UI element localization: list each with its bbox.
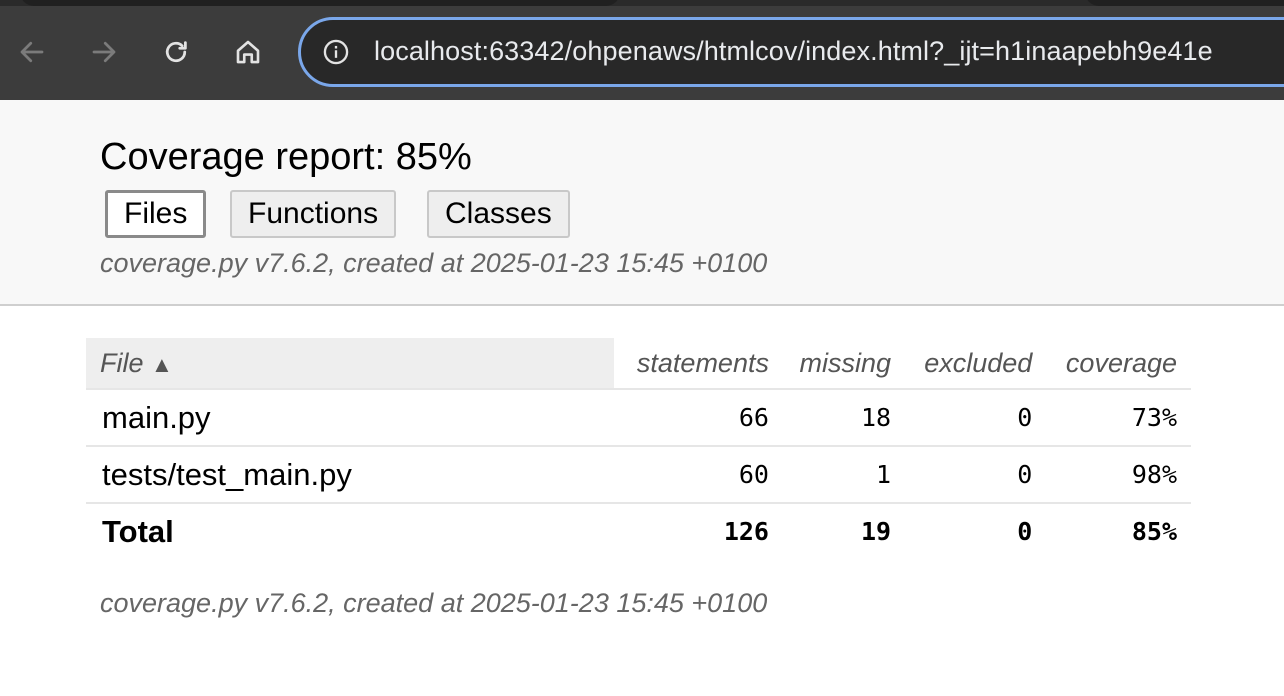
browser-tab[interactable]	[1085, 0, 1284, 6]
forward-button[interactable]	[82, 30, 126, 74]
page-title: Coverage report: 85%	[100, 136, 472, 178]
file-column-label: File	[100, 347, 144, 378]
back-button[interactable]	[10, 30, 54, 74]
header-meta: coverage.py v7.6.2, created at 2025-01-2…	[100, 248, 768, 278]
functions-button[interactable]: Functions	[230, 190, 397, 238]
total-statements: 126	[614, 502, 783, 559]
reload-icon	[165, 41, 187, 63]
home-button[interactable]	[226, 30, 270, 74]
missing-cell: 1	[782, 445, 906, 503]
files-button[interactable]: Files	[105, 190, 207, 238]
report-header: Coverage report: 85% Files Functions Cla…	[0, 100, 1284, 306]
sort-ascending-icon: ▲	[151, 351, 173, 377]
total-label: Total	[86, 502, 614, 559]
reload-button[interactable]	[154, 30, 198, 74]
statements-cell: 60	[614, 445, 783, 503]
table-header-row: File ▲ statements missing excluded cover…	[86, 338, 1191, 389]
table-row[interactable]: main.py 66 18 0 73%	[86, 388, 1191, 446]
coverage-cell: 73%	[1046, 388, 1191, 446]
table-row[interactable]: tests/test_main.py 60 1 0 98%	[86, 445, 1191, 503]
address-bar[interactable]: localhost:63342/ohpenaws/htmlcov/index.h…	[298, 17, 1284, 87]
missing-column-header[interactable]: missing	[783, 338, 905, 389]
total-row: Total 126 19 0 85%	[86, 502, 1191, 559]
coverage-column-header[interactable]: coverage	[1046, 338, 1191, 389]
total-excluded: 0	[905, 502, 1047, 559]
file-link[interactable]: main.py	[86, 388, 614, 446]
excluded-cell: 0	[905, 445, 1047, 503]
statements-cell: 66	[614, 388, 783, 446]
browser-toolbar: localhost:63342/ohpenaws/htmlcov/index.h…	[0, 0, 1284, 100]
coverage-cell: 98%	[1046, 445, 1191, 503]
classes-button[interactable]: Classes	[427, 190, 570, 238]
site-info-button[interactable]	[321, 37, 351, 67]
total-coverage: 85%	[1046, 502, 1191, 559]
forward-arrow-icon	[92, 41, 116, 63]
info-icon	[323, 39, 349, 65]
file-column-header[interactable]: File ▲	[86, 338, 614, 389]
back-arrow-icon	[20, 41, 44, 63]
browser-tab[interactable]	[20, 0, 620, 6]
file-link[interactable]: tests/test_main.py	[86, 445, 614, 503]
missing-cell: 18	[782, 388, 906, 446]
url-text[interactable]: localhost:63342/ohpenaws/htmlcov/index.h…	[374, 36, 1213, 67]
excluded-column-header[interactable]: excluded	[905, 338, 1046, 389]
total-missing: 19	[782, 502, 906, 559]
coverage-table: File ▲ statements missing excluded cover…	[86, 338, 1191, 559]
excluded-cell: 0	[905, 388, 1047, 446]
footer-meta: coverage.py v7.6.2, created at 2025-01-2…	[100, 588, 768, 618]
statements-column-header[interactable]: statements	[614, 338, 783, 389]
home-icon	[236, 40, 260, 64]
